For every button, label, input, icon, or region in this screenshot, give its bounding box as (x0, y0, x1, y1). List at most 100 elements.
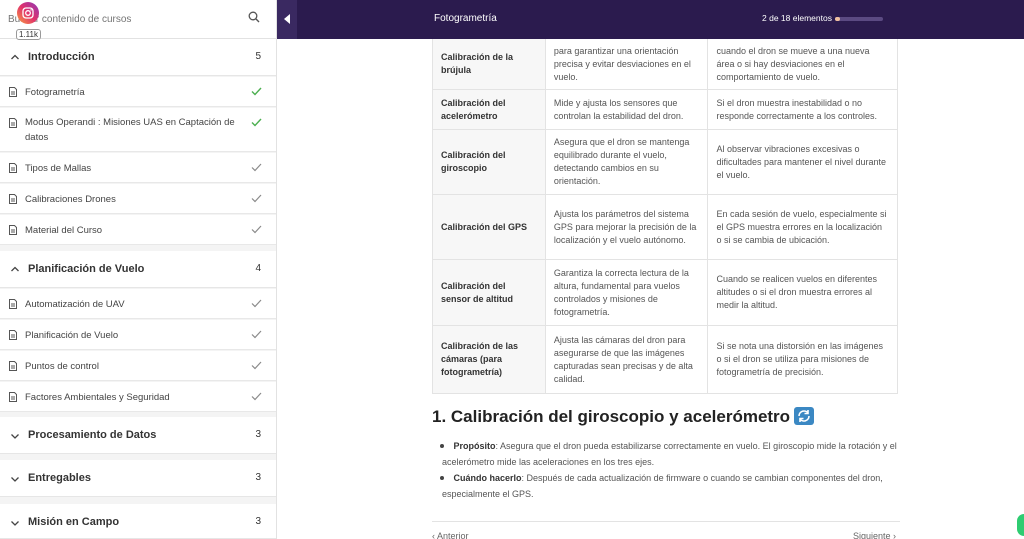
check-icon (251, 163, 262, 172)
table-cell: Cuando se realicen vuelos en diferentes … (707, 259, 898, 326)
course-sidebar: Introducción 5 Fotogrametría Modus Opera… (0, 0, 277, 539)
bullet-item: Propósito: Asegura que el dron pueda est… (432, 438, 900, 470)
next-link[interactable]: Siguiente › (853, 531, 896, 539)
bullet-dot (440, 476, 444, 480)
table-cell: Al observar vibraciones excesivas o difi… (707, 129, 898, 195)
section-introduccion[interactable]: Introducción 5 (0, 39, 276, 76)
lesson-item[interactable]: Fotogrametría (0, 77, 276, 107)
section-mision-campo[interactable]: Misión en Campo 3 (0, 504, 276, 539)
table-cell: para garantizar una orientación precisa … (544, 39, 709, 90)
bullet-text: : Asegura que el dron pueda estabilizars… (442, 441, 897, 467)
lesson-item[interactable]: Material del Curso (0, 215, 276, 245)
chevron-down-icon (11, 477, 19, 482)
chat-widget-tab[interactable] (1017, 514, 1024, 536)
document-icon (9, 330, 17, 340)
lesson-label: Automatización de UAV (25, 299, 125, 310)
table-cell: Calibración de las cámaras (para fotogra… (432, 325, 546, 394)
lesson-item[interactable]: Automatización de UAV (0, 289, 276, 319)
table-cell: Ajusta las cámaras del dron para asegura… (544, 325, 709, 394)
check-icon (251, 330, 262, 339)
section-entregables[interactable]: Entregables 3 (0, 460, 276, 497)
check-icon (251, 118, 262, 127)
table-cell: cuando el dron se mueve a una nueva área… (707, 39, 898, 90)
document-icon (9, 194, 17, 204)
document-icon (9, 361, 17, 371)
check-icon (251, 194, 262, 203)
section-title: Introducción (28, 51, 95, 63)
document-icon (9, 87, 17, 97)
section-count: 3 (255, 429, 261, 440)
table-row: Calibración del acelerómetro Mide y ajus… (432, 89, 898, 130)
next-label: Siguiente (853, 531, 891, 539)
table-cell: En cada sesión de vuelo, especialmente s… (707, 194, 898, 260)
bullet-label: Cuándo hacerlo (453, 473, 522, 483)
lesson-item[interactable]: Planificación de Vuelo (0, 320, 276, 350)
sidebar-toggle-button[interactable] (277, 0, 297, 39)
table-cell: Mide y ajusta los sensores que controlan… (544, 89, 709, 130)
lesson-label: Factores Ambientales y Seguridad (25, 392, 170, 403)
section-title: Planificación de Vuelo (28, 263, 145, 275)
previous-label: Anterior (437, 531, 469, 539)
lesson-item[interactable]: Factores Ambientales y Seguridad (0, 382, 276, 412)
search-icon[interactable] (248, 11, 260, 23)
lesson-item[interactable]: Modus Operandi : Misiones UAS en Captaci… (0, 108, 276, 152)
lesson-topbar: Fotogrametría 2 de 18 elementos (277, 0, 1024, 39)
table-cell: Si se nota una distorsión en las imágene… (707, 325, 898, 394)
section-count: 4 (255, 263, 261, 274)
chevron-up-icon (11, 54, 19, 60)
sync-arrows-icon (794, 407, 815, 425)
bullet-list: Propósito: Asegura que el dron pueda est… (432, 438, 900, 502)
document-icon (9, 118, 17, 128)
social-count-badge: 1.11k (16, 29, 41, 40)
calibration-table: Calibración de la brújula para garantiza… (432, 39, 898, 394)
collapse-arrow-icon (284, 14, 290, 24)
document-icon (9, 392, 17, 402)
section-count: 3 (255, 472, 261, 483)
previous-link[interactable]: ‹ Anterior (432, 531, 469, 539)
table-cell: Ajusta los parámetros del sistema GPS pa… (544, 194, 709, 260)
check-icon (251, 392, 262, 401)
table-cell: Asegura que el dron se mantenga equilibr… (544, 129, 709, 195)
progress-bar (835, 17, 883, 21)
search-bar (0, 0, 276, 39)
bullet-dot (440, 444, 444, 448)
heading-text: 1. Calibración del giroscopio y aceleróm… (432, 407, 791, 426)
lesson-item[interactable]: Puntos de control (0, 351, 276, 381)
chevron-down-icon (11, 521, 19, 526)
table-cell: Si el dron muestra inestabilidad o no re… (707, 89, 898, 130)
chevron-up-icon (11, 266, 19, 272)
lesson-label: Tipos de Mallas (25, 163, 92, 174)
section-count: 3 (255, 516, 261, 527)
check-icon (251, 361, 262, 370)
lesson-title: Fotogrametría (434, 13, 497, 24)
table-row: Calibración de la brújula para garantiza… (432, 39, 898, 90)
lesson-item[interactable]: Calibraciones Drones (0, 184, 276, 214)
section-heading: 1. Calibración del giroscopio y aceleróm… (432, 407, 815, 427)
chevron-down-icon (11, 434, 19, 439)
section-procesamiento[interactable]: Procesamiento de Datos 3 (0, 417, 276, 454)
table-cell: Calibración del giroscopio (432, 129, 546, 195)
progress-fill (835, 17, 841, 21)
bullet-item: Cuándo hacerlo: Después de cada actualiz… (432, 470, 900, 502)
document-icon (9, 163, 17, 173)
lesson-label: Material del Curso (25, 225, 103, 236)
lesson-label: Fotogrametría (25, 87, 85, 98)
lesson-item[interactable]: Tipos de Mallas (0, 153, 276, 183)
section-planificacion[interactable]: Planificación de Vuelo 4 (0, 251, 276, 288)
lesson-label: Planificación de Vuelo (25, 330, 119, 341)
document-icon (9, 225, 17, 235)
table-row: Calibración del GPS Ajusta los parámetro… (432, 194, 898, 260)
table-cell: Calibración del GPS (432, 194, 546, 260)
section-title: Procesamiento de Datos (28, 429, 157, 441)
document-icon (9, 299, 17, 309)
table-cell: Calibración del acelerómetro (432, 89, 546, 130)
lesson-label: Calibraciones Drones (25, 194, 116, 205)
check-icon (251, 87, 262, 96)
table-cell: Calibración de la brújula (432, 39, 546, 90)
search-input[interactable] (8, 9, 243, 29)
table-cell: Garantiza la correcta lectura de la altu… (544, 259, 709, 326)
instagram-icon[interactable] (17, 2, 39, 24)
nav-divider (432, 521, 900, 522)
lesson-label: Puntos de control (25, 361, 99, 372)
table-cell: Calibración del sensor de altitud (432, 259, 546, 326)
